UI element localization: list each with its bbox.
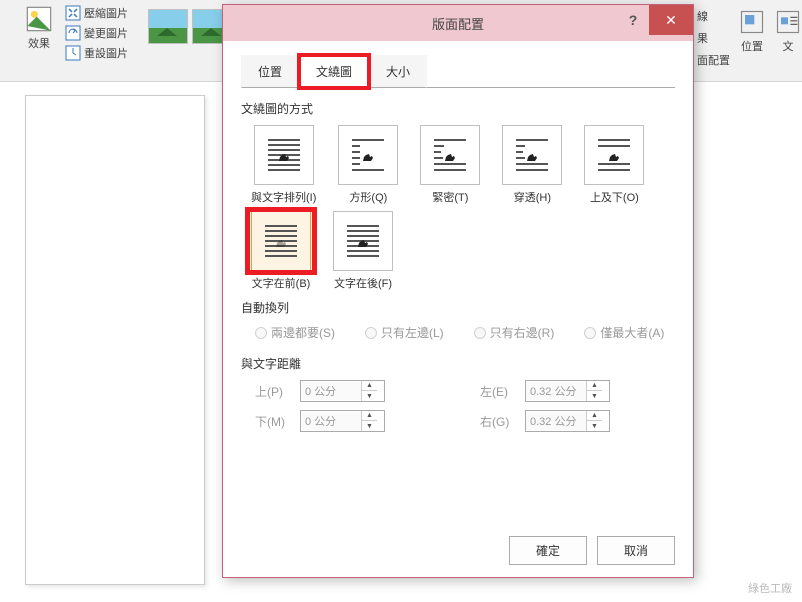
dist-left-spinner[interactable]: ▲▼ <box>525 380 610 402</box>
picture-style-thumb[interactable] <box>148 9 188 44</box>
spinner-down-icon[interactable]: ▼ <box>362 391 377 401</box>
dog-icon <box>356 236 370 246</box>
change-image-button[interactable]: 變更圖片 <box>65 25 128 41</box>
radio-right-only[interactable]: 只有右邊(R) <box>474 324 555 341</box>
dog-icon <box>525 150 539 160</box>
ok-button[interactable]: 確定 <box>509 536 587 565</box>
wrap-option-through[interactable]: 穿透(H) <box>502 125 562 205</box>
dog-icon <box>361 150 375 160</box>
dist-bottom-label: 下(M) <box>255 413 300 430</box>
wrap-text-button[interactable]: 文 <box>774 8 802 68</box>
position-button[interactable]: 位置 <box>738 8 766 68</box>
spinner-down-icon[interactable]: ▼ <box>587 421 602 431</box>
wrap-option-tight[interactable]: 緊密(T) <box>420 125 480 205</box>
radio-both-sides[interactable]: 兩邊都要(S) <box>255 324 335 341</box>
dialog-title: 版面配置 <box>432 14 484 33</box>
dialog-titlebar[interactable]: 版面配置 ? ✕ <box>223 5 693 41</box>
dist-left-input[interactable] <box>526 382 586 400</box>
spinner-down-icon[interactable]: ▼ <box>587 391 602 401</box>
autowrap-label: 自動換列 <box>241 299 675 316</box>
dist-bottom-input[interactable] <box>301 412 361 430</box>
radio-largest[interactable]: 僅最大者(A) <box>584 324 664 341</box>
layout-dropdown[interactable]: 面配置 <box>697 52 730 68</box>
ribbon-effects[interactable]: 效果 <box>25 5 53 51</box>
spinner-up-icon[interactable]: ▲ <box>362 381 377 391</box>
dog-icon <box>277 150 291 160</box>
distance-label: 與文字距離 <box>241 355 675 372</box>
dog-icon <box>274 236 288 246</box>
radio-left-only[interactable]: 只有左邊(L) <box>365 324 444 341</box>
spinner-up-icon[interactable]: ▲ <box>587 381 602 391</box>
cancel-button[interactable]: 取消 <box>597 536 675 565</box>
dist-top-label: 上(P) <box>255 383 300 400</box>
spinner-down-icon[interactable]: ▼ <box>362 421 377 431</box>
close-button[interactable]: ✕ <box>649 5 693 35</box>
spinner-up-icon[interactable]: ▲ <box>587 411 602 421</box>
effect-dropdown[interactable]: 果 <box>697 30 730 46</box>
compress-image-button[interactable]: 壓縮圖片 <box>65 5 128 21</box>
help-button[interactable]: ? <box>617 5 649 35</box>
dist-top-spinner[interactable]: ▲▼ <box>300 380 385 402</box>
wrap-option-inline[interactable]: 與文字排列(I) <box>251 125 316 205</box>
dist-right-spinner[interactable]: ▲▼ <box>525 410 610 432</box>
reset-image-button[interactable]: 重設圖片 <box>65 45 128 61</box>
dist-bottom-spinner[interactable]: ▲▼ <box>300 410 385 432</box>
wrap-option-infront-text[interactable]: 文字在後(F) <box>333 211 393 291</box>
dog-icon <box>607 150 621 160</box>
wrap-style-label: 文繞圖的方式 <box>241 100 675 117</box>
close-icon: ✕ <box>665 12 677 29</box>
dist-right-label: 右(G) <box>480 413 525 430</box>
wrap-option-behind-text[interactable]: 文字在前(B) <box>251 211 311 291</box>
picture-styles-gallery[interactable] <box>148 9 232 44</box>
layout-dialog: 版面配置 ? ✕ 位置 文繞圖 大小 文繞圖的方式 <box>222 4 694 578</box>
watermark: 綠色工廠 <box>748 580 792 596</box>
ribbon-effects-label: 效果 <box>28 35 50 51</box>
dog-icon <box>443 150 457 160</box>
dist-top-input[interactable] <box>301 382 361 400</box>
dist-right-input[interactable] <box>526 412 586 430</box>
spinner-up-icon[interactable]: ▲ <box>362 411 377 421</box>
wrap-option-topbottom[interactable]: 上及下(O) <box>584 125 644 205</box>
tab-position[interactable]: 位置 <box>241 55 299 88</box>
tab-wrap[interactable]: 文繞圖 <box>299 55 369 88</box>
wrap-option-square[interactable]: 方形(Q) <box>338 125 398 205</box>
tab-size[interactable]: 大小 <box>369 55 427 88</box>
dialog-tabs: 位置 文繞圖 大小 <box>241 55 675 88</box>
document-page <box>25 95 205 585</box>
border-dropdown[interactable]: 線 <box>697 8 730 24</box>
dist-left-label: 左(E) <box>480 383 525 400</box>
